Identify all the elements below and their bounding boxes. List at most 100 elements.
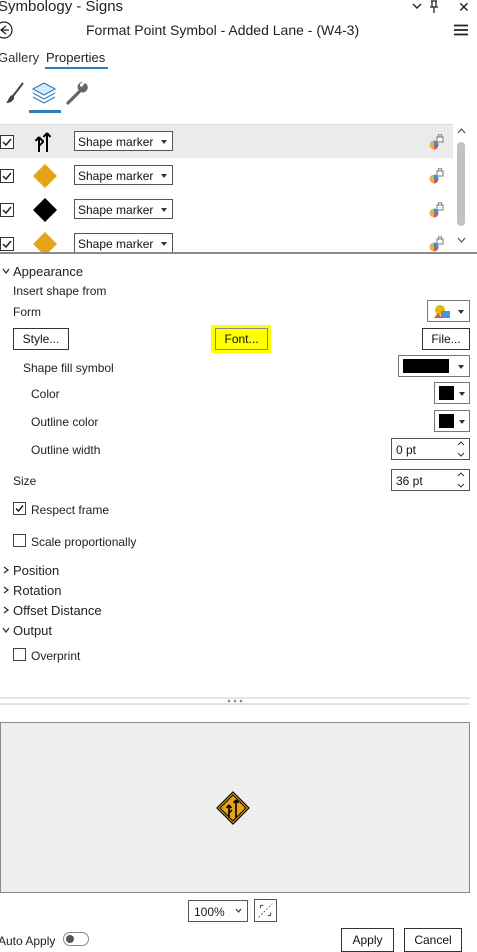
pane-title: Symbology - Signs bbox=[0, 0, 124, 15]
spin-up-icon[interactable] bbox=[457, 472, 465, 477]
symbol-layer-list: Shape marker Shape marker Shape marker S… bbox=[0, 124, 453, 253]
outline-color-picker[interactable] bbox=[434, 410, 470, 432]
fill-swatch bbox=[403, 359, 449, 373]
layer-visibility-checkbox[interactable] bbox=[0, 237, 14, 251]
lock-icon[interactable] bbox=[428, 168, 444, 184]
shape-fill-symbol-label: Shape fill symbol bbox=[23, 361, 114, 375]
chevron-down-icon bbox=[161, 140, 167, 144]
lock-icon[interactable] bbox=[428, 134, 444, 150]
chevron-down-icon bbox=[458, 365, 464, 369]
color-label: Color bbox=[31, 387, 60, 401]
insert-shape-label: Insert shape from bbox=[13, 284, 107, 298]
pane-splitter[interactable] bbox=[0, 697, 470, 706]
lock-icon[interactable] bbox=[428, 236, 444, 252]
auto-apply-toggle[interactable] bbox=[63, 932, 89, 946]
chevron-down-icon bbox=[235, 908, 242, 913]
chevron-down-icon[interactable] bbox=[2, 626, 10, 634]
layer-visibility-checkbox[interactable] bbox=[0, 203, 14, 217]
chevron-right-icon[interactable] bbox=[2, 586, 10, 594]
overprint-label: Overprint bbox=[31, 649, 81, 663]
orange-diamond-icon bbox=[33, 232, 57, 253]
chevron-down-icon bbox=[161, 242, 167, 246]
cancel-button[interactable]: Cancel bbox=[404, 928, 462, 952]
added-lane-sign-icon bbox=[216, 791, 250, 825]
appearance-header[interactable]: Appearance bbox=[13, 264, 83, 279]
divider bbox=[0, 252, 477, 254]
fit-extent-icon[interactable] bbox=[254, 899, 277, 922]
position-header[interactable]: Position bbox=[13, 563, 59, 578]
respect-frame-label: Respect frame bbox=[31, 503, 110, 517]
chevron-down-icon[interactable] bbox=[2, 267, 10, 275]
respect-frame-checkbox[interactable] bbox=[13, 502, 26, 515]
size-value: 36 pt bbox=[396, 474, 423, 488]
layer-type-value: Shape marker bbox=[78, 135, 154, 149]
zoom-value: 100% bbox=[194, 905, 225, 919]
tab-properties[interactable]: Properties bbox=[46, 50, 105, 65]
symbol-title: Format Point Symbol - Added Lane - (W4-3… bbox=[86, 22, 360, 38]
layer-type-dropdown[interactable]: Shape marker bbox=[74, 199, 173, 219]
layer-type-value: Shape marker bbox=[78, 203, 154, 217]
spin-up-icon[interactable] bbox=[457, 441, 465, 446]
layer-row[interactable]: Shape marker bbox=[0, 227, 453, 253]
toggle-knob bbox=[66, 935, 74, 943]
output-header[interactable]: Output bbox=[13, 623, 52, 638]
layer-type-value: Shape marker bbox=[78, 237, 154, 251]
wrench-icon[interactable] bbox=[64, 80, 90, 106]
layer-row[interactable]: Shape marker bbox=[0, 125, 453, 158]
rotation-header[interactable]: Rotation bbox=[13, 583, 61, 598]
file-button[interactable]: File... bbox=[422, 328, 470, 350]
close-icon[interactable]: ✕ bbox=[458, 0, 470, 16]
pane-options-dropdown-icon[interactable] bbox=[410, 0, 424, 12]
layer-visibility-checkbox[interactable] bbox=[0, 135, 14, 149]
auto-apply-label: Auto Apply bbox=[0, 934, 56, 948]
layer-row[interactable]: Shape marker bbox=[0, 193, 453, 226]
paintbrush-icon[interactable] bbox=[4, 80, 26, 106]
form-label: Form bbox=[13, 305, 41, 319]
size-input[interactable]: 36 pt bbox=[391, 469, 470, 491]
tab-gallery[interactable]: Gallery bbox=[0, 50, 39, 65]
layer-type-dropdown[interactable]: Shape marker bbox=[74, 165, 173, 185]
apply-button[interactable]: Apply bbox=[341, 928, 394, 952]
outline-color-label: Outline color bbox=[31, 415, 99, 429]
outline-color-swatch bbox=[439, 414, 454, 428]
chevron-right-icon[interactable] bbox=[2, 606, 10, 614]
back-icon[interactable] bbox=[0, 20, 14, 40]
added-lane-icon bbox=[34, 132, 52, 152]
color-swatch bbox=[439, 386, 454, 400]
layer-row[interactable]: Shape marker bbox=[0, 159, 453, 192]
menu-icon[interactable] bbox=[454, 24, 468, 36]
spin-down-icon[interactable] bbox=[457, 452, 465, 457]
color-picker[interactable] bbox=[434, 382, 470, 404]
overprint-checkbox[interactable] bbox=[13, 648, 26, 661]
chevron-down-icon bbox=[458, 310, 464, 314]
outline-width-label: Outline width bbox=[31, 443, 101, 457]
outline-width-input[interactable]: 0 pt bbox=[391, 438, 470, 460]
style-button[interactable]: Style... bbox=[13, 328, 69, 350]
shape-gallery-icon bbox=[434, 305, 450, 318]
spin-down-icon[interactable] bbox=[457, 483, 465, 488]
scale-proportionally-label: Scale proportionally bbox=[31, 535, 137, 549]
zoom-dropdown[interactable]: 100% bbox=[188, 900, 248, 922]
size-label: Size bbox=[13, 474, 37, 488]
chevron-right-icon[interactable] bbox=[2, 566, 10, 574]
font-button[interactable]: Font... bbox=[215, 328, 268, 350]
active-tab-indicator bbox=[45, 67, 108, 69]
form-picker[interactable] bbox=[427, 300, 470, 322]
scrollbar-thumb[interactable] bbox=[457, 142, 465, 226]
chevron-down-icon bbox=[459, 392, 465, 396]
layer-visibility-checkbox[interactable] bbox=[0, 169, 14, 183]
layers-icon[interactable] bbox=[30, 80, 58, 106]
layer-type-dropdown[interactable]: Shape marker bbox=[74, 233, 173, 253]
shape-fill-symbol-picker[interactable] bbox=[398, 355, 470, 377]
layer-type-value: Shape marker bbox=[78, 169, 154, 183]
layer-type-dropdown[interactable]: Shape marker bbox=[74, 131, 173, 151]
offset-distance-header[interactable]: Offset Distance bbox=[13, 603, 102, 618]
scale-proportionally-checkbox[interactable] bbox=[13, 534, 26, 547]
chevron-down-icon bbox=[161, 208, 167, 212]
chevron-down-icon bbox=[459, 420, 465, 424]
lock-icon[interactable] bbox=[428, 202, 444, 218]
pin-icon[interactable] bbox=[427, 0, 441, 14]
outline-width-value: 0 pt bbox=[396, 443, 417, 457]
black-diamond-icon bbox=[33, 198, 57, 222]
orange-diamond-icon bbox=[33, 164, 57, 188]
